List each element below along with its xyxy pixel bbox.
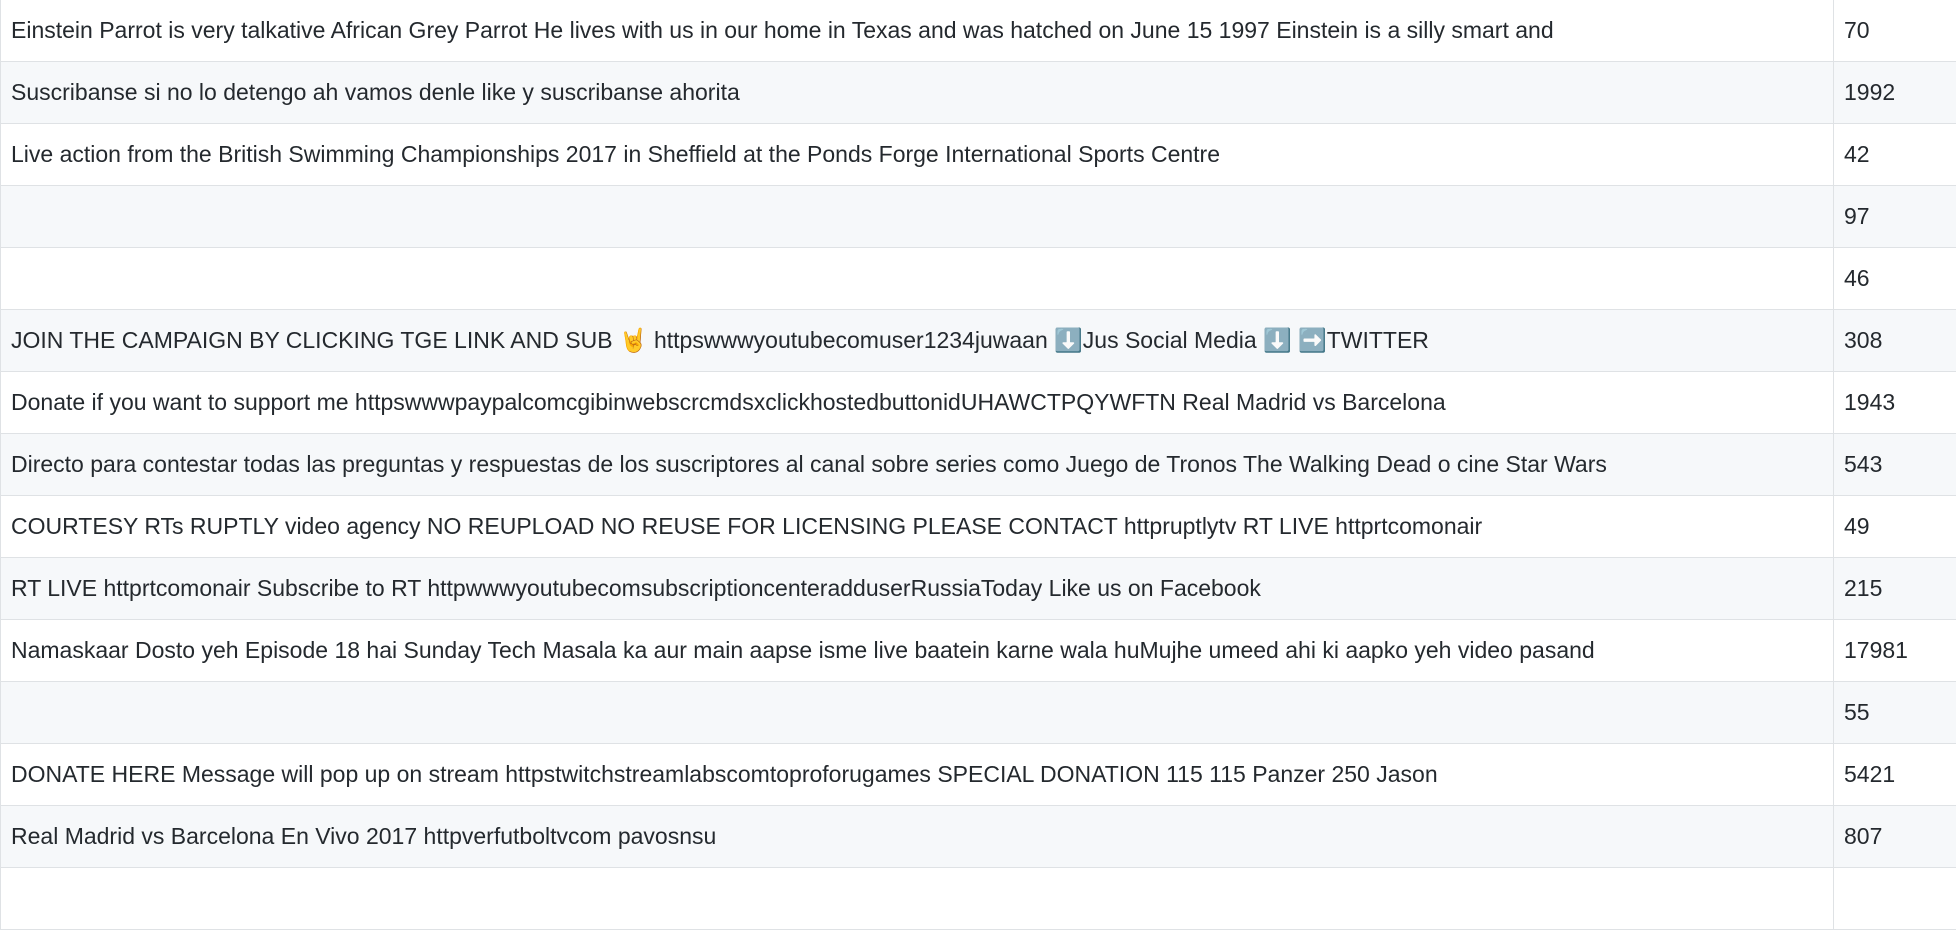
description-cell: Directo para contestar todas las pregunt… [1,434,1834,496]
table-row: JOIN THE CAMPAIGN BY CLICKING TGE LINK A… [1,310,1956,372]
table-row: DONATE HERE Message will pop up on strea… [1,744,1956,806]
description-cell [1,868,1834,930]
table-row: Namaskaar Dosto yeh Episode 18 hai Sunda… [1,620,1956,682]
description-cell [1,186,1834,248]
description-cell: Suscribanse si no lo detengo ah vamos de… [1,62,1834,124]
count-cell: 807 [1834,806,1956,868]
count-cell: 17981 [1834,620,1956,682]
count-cell: 97 [1834,186,1956,248]
count-cell: 543 [1834,434,1956,496]
description-cell: Namaskaar Dosto yeh Episode 18 hai Sunda… [1,620,1834,682]
count-cell: 1943 [1834,372,1956,434]
data-table: Einstein Parrot is very talkative Africa… [0,0,1956,930]
description-cell: RT LIVE httprtcomonair Subscribe to RT h… [1,558,1834,620]
table-row: Suscribanse si no lo detengo ah vamos de… [1,62,1956,124]
count-cell: 5421 [1834,744,1956,806]
table-row: RT LIVE httprtcomonair Subscribe to RT h… [1,558,1956,620]
table-row: Einstein Parrot is very talkative Africa… [1,0,1956,62]
description-cell: JOIN THE CAMPAIGN BY CLICKING TGE LINK A… [1,310,1834,372]
table-row [1,868,1956,930]
description-cell: Einstein Parrot is very talkative Africa… [1,0,1834,62]
table-row: COURTESY RTs RUPTLY video agency NO REUP… [1,496,1956,558]
count-cell: 42 [1834,124,1956,186]
table-row: Real Madrid vs Barcelona En Vivo 2017 ht… [1,806,1956,868]
table-body: Einstein Parrot is very talkative Africa… [1,0,1956,930]
description-cell: Real Madrid vs Barcelona En Vivo 2017 ht… [1,806,1834,868]
count-cell: 55 [1834,682,1956,744]
table-row: 55 [1,682,1956,744]
table-row: Live action from the British Swimming Ch… [1,124,1956,186]
description-cell [1,248,1834,310]
count-cell: 1992 [1834,62,1956,124]
count-cell [1834,868,1956,930]
count-cell: 49 [1834,496,1956,558]
count-cell: 46 [1834,248,1956,310]
count-cell: 215 [1834,558,1956,620]
count-cell: 308 [1834,310,1956,372]
table-row: 97 [1,186,1956,248]
description-cell: Live action from the British Swimming Ch… [1,124,1834,186]
description-cell: COURTESY RTs RUPTLY video agency NO REUP… [1,496,1834,558]
count-cell: 70 [1834,0,1956,62]
table-row: Donate if you want to support me httpsww… [1,372,1956,434]
description-cell: Donate if you want to support me httpsww… [1,372,1834,434]
table-row: 46 [1,248,1956,310]
description-cell: DONATE HERE Message will pop up on strea… [1,744,1834,806]
table-row: Directo para contestar todas las pregunt… [1,434,1956,496]
description-cell [1,682,1834,744]
